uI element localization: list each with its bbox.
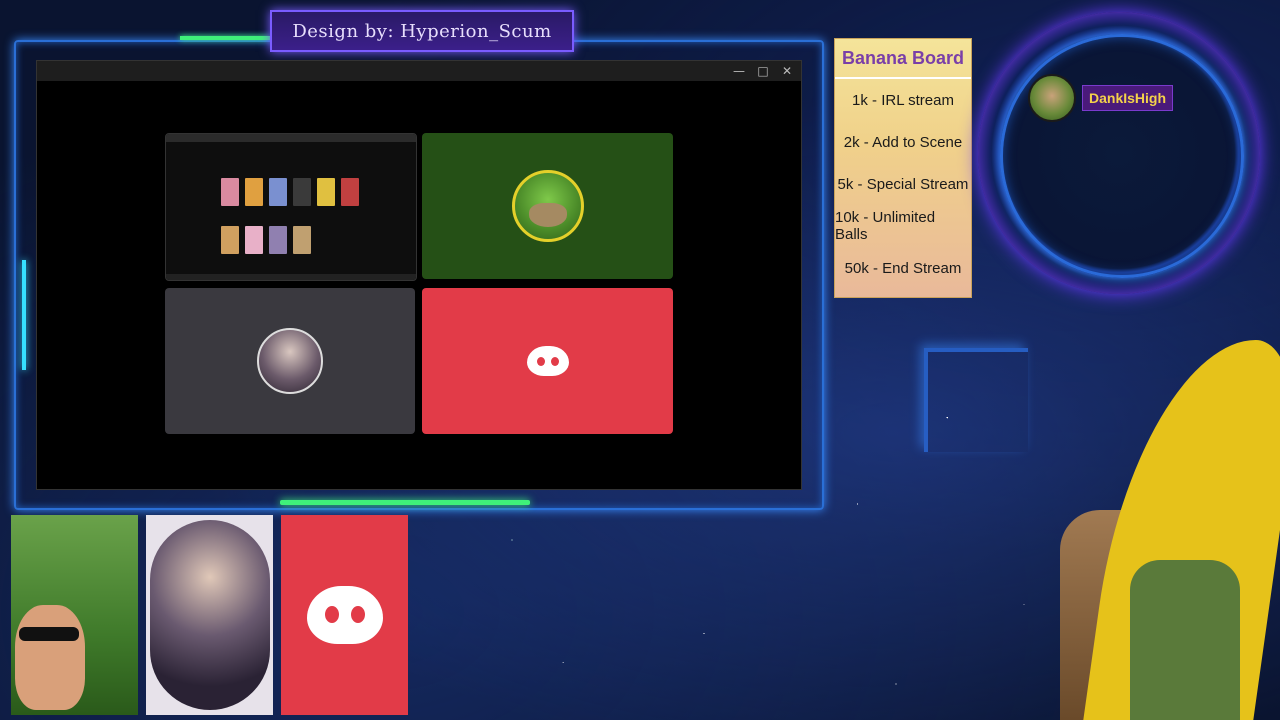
design-credit-text: Design by: Hyperion_Scum: [292, 20, 552, 42]
pepe-avatar-icon: [511, 170, 584, 242]
participant-tile-discord[interactable]: [422, 288, 673, 434]
banana-board-panel: Banana Board 1k - IRL stream 2k - Add to…: [834, 38, 972, 298]
window-titlebar[interactable]: — □ ✕: [37, 61, 801, 81]
webcam-tile-wraith: [146, 515, 273, 715]
frame-accent-bottom: [280, 500, 530, 505]
banana-board-item: 5k - Special Stream: [837, 175, 969, 193]
frame-accent-left: [22, 260, 26, 370]
sunglasses-icon: [19, 627, 79, 641]
banana-board-title: Banana Board: [835, 39, 971, 79]
wraith-avatar-icon: [149, 520, 270, 710]
preview-card: [221, 178, 239, 206]
design-credit-banner: Design by: Hyperion_Scum: [270, 10, 574, 52]
frame-accent-top: [180, 36, 270, 40]
preview-card: [245, 226, 263, 254]
chat-user-avatar-icon: [1028, 74, 1076, 122]
user-avatar-icon: [257, 328, 323, 394]
preview-card: [293, 178, 311, 206]
maximize-button[interactable]: □: [753, 62, 773, 80]
webcam-tile-streamer: [11, 515, 138, 715]
banana-board-item: 1k - IRL stream: [852, 91, 954, 109]
banana-board-item: 50k - End Stream: [844, 259, 962, 277]
preview-card: [269, 226, 287, 254]
portal-inner-ring: [1000, 34, 1244, 278]
close-button[interactable]: ✕: [777, 62, 797, 80]
preview-card: [317, 178, 335, 206]
shared-screen-taskbar: [166, 274, 416, 280]
corner-frame-accent: [924, 348, 1028, 452]
discord-logo-icon: [306, 586, 383, 644]
preview-card: [221, 226, 239, 254]
chat-user-entry: DankIsHigh: [1028, 74, 1174, 122]
screen-share-tile[interactable]: [165, 133, 417, 281]
preview-card: [269, 178, 287, 206]
banana-board-item: 2k - Add to Scene: [843, 133, 963, 151]
webcam-tile-discord: [281, 515, 408, 715]
streamer-shirt: [1130, 560, 1240, 720]
discord-logo-icon: [526, 346, 569, 376]
discord-call-window[interactable]: — □ ✕: [36, 60, 802, 490]
participant-tile-user[interactable]: [165, 288, 415, 434]
participant-tile-pepe[interactable]: [422, 133, 673, 279]
preview-card: [245, 178, 263, 206]
streamer-face: [15, 605, 85, 710]
minimize-button[interactable]: —: [729, 62, 749, 80]
banana-board-item: 10k - Unlimited Balls: [835, 209, 936, 243]
shared-screen-toolbar: [166, 134, 416, 142]
preview-card: [341, 178, 359, 206]
chat-username: DankIsHigh: [1082, 85, 1174, 111]
shared-screen-preview: [166, 134, 416, 280]
preview-card: [293, 226, 311, 254]
